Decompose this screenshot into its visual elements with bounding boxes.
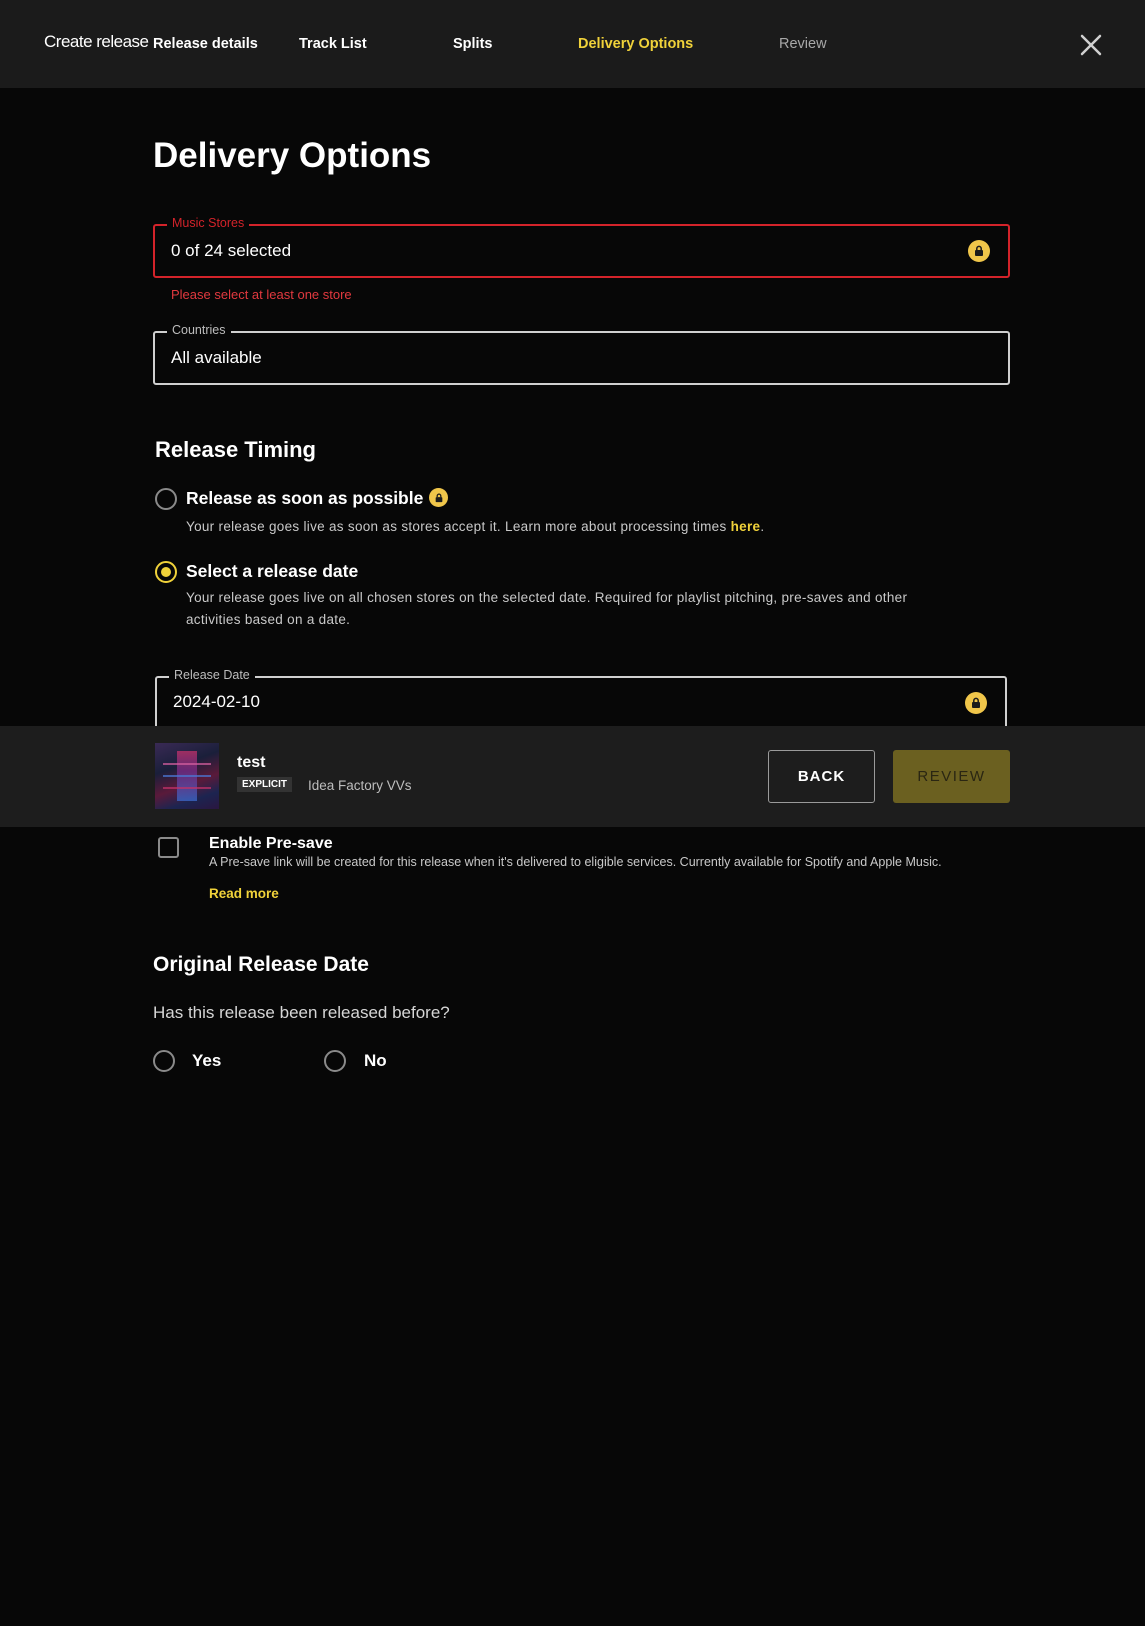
presave-description: A Pre-save link will be created for this… bbox=[209, 855, 942, 869]
step-splits[interactable]: Splits bbox=[453, 36, 492, 52]
close-button[interactable] bbox=[1076, 30, 1106, 60]
release-artist: Idea Factory VVs bbox=[308, 778, 412, 793]
enable-presave-label[interactable]: Enable Pre-save bbox=[209, 835, 333, 853]
release-cover-art bbox=[155, 743, 219, 809]
review-button[interactable]: REVIEW bbox=[893, 750, 1010, 803]
step-review[interactable]: Review bbox=[779, 36, 827, 52]
release-asap-desc-text: Your release goes live as soon as stores… bbox=[186, 519, 731, 534]
close-icon bbox=[1080, 34, 1102, 56]
step-delivery-options[interactable]: Delivery Options bbox=[578, 36, 693, 52]
countries-field[interactable]: Countries All available bbox=[153, 323, 1010, 385]
released-before-yes-radio[interactable] bbox=[153, 1050, 175, 1072]
release-timing-title: Release Timing bbox=[155, 437, 316, 462]
release-summary-bar: test EXPLICIT Idea Factory VVs BACK REVI… bbox=[0, 726, 1145, 827]
lock-icon bbox=[968, 240, 990, 262]
release-title: test bbox=[237, 754, 266, 771]
release-date-description: Your release goes live on all chosen sto… bbox=[186, 590, 908, 605]
processing-times-link[interactable]: here bbox=[731, 519, 761, 534]
countries-legend: Countries bbox=[167, 323, 231, 337]
release-date-value: 2024-02-10 bbox=[173, 692, 260, 711]
music-stores-value: 0 of 24 selected bbox=[171, 241, 292, 260]
released-before-question: Has this release been released before? bbox=[153, 1003, 450, 1022]
step-track-list[interactable]: Track List bbox=[299, 36, 367, 52]
countries-value: All available bbox=[171, 348, 262, 367]
release-asap-radio[interactable] bbox=[155, 488, 177, 510]
released-before-yes-label[interactable]: Yes bbox=[192, 1051, 221, 1071]
release-asap-description: Your release goes live as soon as stores… bbox=[186, 516, 764, 538]
back-button[interactable]: BACK bbox=[768, 750, 875, 803]
lock-icon bbox=[965, 692, 987, 714]
top-nav: Create release Release details Track Lis… bbox=[0, 0, 1145, 88]
brand-title: Create release bbox=[44, 32, 149, 51]
read-more-link[interactable]: Read more bbox=[209, 886, 279, 901]
music-stores-legend: Music Stores bbox=[167, 216, 250, 230]
released-before-no-radio[interactable] bbox=[324, 1050, 346, 1072]
release-date-description-2: activities based on a date. bbox=[186, 612, 351, 627]
music-stores-field[interactable]: Music Stores 0 of 24 selected bbox=[153, 216, 1010, 278]
step-release-details[interactable]: Release details bbox=[153, 36, 258, 52]
release-asap-desc-suffix: . bbox=[760, 519, 765, 534]
original-release-title: Original Release Date bbox=[153, 953, 369, 976]
explicit-badge: EXPLICIT bbox=[237, 777, 293, 792]
enable-presave-checkbox[interactable] bbox=[158, 837, 179, 858]
release-date-radio[interactable] bbox=[155, 561, 177, 583]
released-before-no-label[interactable]: No bbox=[364, 1051, 387, 1071]
release-date-legend: Release Date bbox=[169, 668, 255, 682]
music-stores-error: Please select at least one store bbox=[171, 287, 352, 302]
release-asap-label[interactable]: Release as soon as possible bbox=[186, 488, 423, 509]
release-date-label[interactable]: Select a release date bbox=[186, 561, 358, 582]
lock-icon bbox=[429, 488, 448, 507]
page-title: Delivery Options bbox=[153, 136, 432, 175]
